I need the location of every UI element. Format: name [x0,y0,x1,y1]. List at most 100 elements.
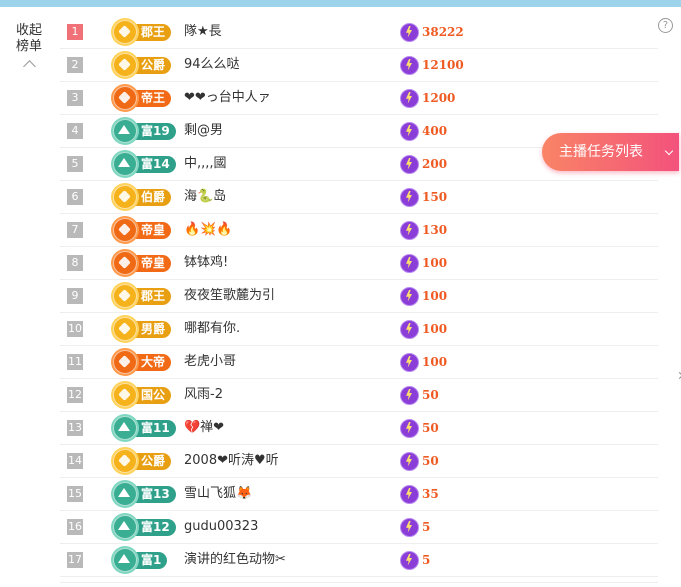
score: 100 [400,253,448,273]
level-badge: 富12 [113,515,176,539]
level-badge: 公爵 [113,449,172,473]
score-value: 38222 [422,25,464,39]
user-name[interactable]: 中,,,,國 [184,148,227,180]
user-name[interactable]: 隊★長 [184,16,222,48]
level-emblem-icon [113,20,137,44]
level-badge: 帝皇 [113,251,172,275]
score-value: 50 [422,388,439,402]
score: 50 [400,451,439,471]
table-row[interactable]: 14 公爵 2008❤听涛♥听 50 [60,445,658,478]
score-value: 50 [422,454,439,468]
level-emblem-icon [113,119,137,143]
score-value: 5 [422,553,431,567]
user-name[interactable]: 94么么哒 [184,49,240,81]
user-name[interactable]: 剩@男 [184,115,223,147]
lightning-icon [400,550,419,570]
score-value: 50 [422,421,439,435]
table-row[interactable]: 17 富1 演讲的红色动物✂ 5 [60,544,658,577]
lightning-icon [400,55,419,75]
user-name[interactable]: 💔禅❤ [184,412,224,444]
rank-number: 17 [67,552,83,568]
score-value: 5 [422,520,431,534]
rank-number: 14 [67,453,83,469]
anchor-task-list-button[interactable]: 主播任务列表 [542,133,679,171]
level-badge: 富13 [113,482,176,506]
table-row[interactable]: 3 帝王 ❤❤っ台中人ァ 1200 [60,82,658,115]
user-name[interactable]: 钵钵鸡! [184,247,228,279]
lightning-icon [400,484,419,504]
score-value: 100 [422,256,448,270]
lightning-icon [400,451,419,471]
user-name[interactable]: 🔥💥🔥 [184,214,233,246]
user-name[interactable]: 演讲的红色动物✂ [184,544,286,576]
table-row[interactable]: 12 国公 风雨-2 50 [60,379,658,412]
user-name[interactable]: 风雨-2 [184,379,223,411]
level-badge: 郡王 [113,284,172,308]
table-row[interactable]: 9 郡王 夜夜笙歌麓为引 100 [60,280,658,313]
score-value: 400 [422,124,448,138]
score: 150 [400,187,447,207]
score: 100 [400,319,448,339]
score-value: 130 [422,223,448,237]
rank-number: 9 [67,288,83,304]
lightning-icon [400,418,419,438]
table-row[interactable]: 11 大帝 老虎小哥 100 [60,346,658,379]
score: 200 [400,154,447,174]
collapse-label-line2: 榜单 [15,39,42,54]
table-row[interactable]: 6 伯爵 海🐍岛 150 [60,181,658,214]
user-name[interactable]: 哪都有你. [184,313,240,345]
lightning-icon [400,253,419,273]
score-value: 100 [422,322,448,336]
lightning-icon [400,319,419,339]
user-name[interactable]: 2008❤听涛♥听 [184,445,279,477]
table-row[interactable]: 2 公爵 94么么哒 12100 [60,49,658,82]
level-badge: 富1 [113,548,168,572]
table-row[interactable]: 13 富11 💔禅❤ 50 [60,412,658,445]
table-row[interactable]: 10 男爵 哪都有你. 100 [60,313,658,346]
top-border [0,0,681,7]
level-emblem-icon [113,218,137,242]
collapse-ranking-button[interactable]: 收起 榜单 [13,23,45,73]
level-emblem-icon [113,251,137,275]
score: 38222 [400,22,464,42]
user-name[interactable]: 海🐍岛 [184,181,226,213]
user-name[interactable]: 雪山飞狐🦊 [184,478,252,510]
level-badge: 富11 [113,416,176,440]
level-emblem-icon [113,482,137,506]
user-name[interactable]: 老虎小哥 [184,346,236,378]
lightning-icon [400,220,419,240]
rank-number: 10 [67,321,83,337]
chevron-right-icon[interactable] [675,371,681,380]
user-name[interactable]: 夜夜笙歌麓为引 [184,280,275,312]
score-value: 1200 [422,91,456,105]
lightning-icon [400,517,419,537]
rank-number: 7 [67,222,83,238]
level-badge: 大帝 [113,350,172,374]
table-row[interactable]: 8 帝皇 钵钵鸡! 100 [60,247,658,280]
score: 100 [400,286,447,306]
rank-number: 2 [67,57,83,73]
level-emblem-icon [113,284,137,308]
lightning-icon [400,88,419,108]
table-row[interactable]: 15 富13 雪山飞狐🦊 35 [60,478,658,511]
user-name[interactable]: ❤❤っ台中人ァ [184,82,271,114]
chevron-up-icon [22,60,36,73]
level-badge: 郡王 [113,20,172,44]
rank-number: 6 [67,189,83,205]
table-row[interactable]: 7 帝皇 🔥💥🔥 130 [60,214,658,247]
user-name[interactable]: gudu00323 [184,511,258,543]
table-row[interactable]: 1 郡王 隊★長 38222 [60,16,658,49]
table-row[interactable]: 16 富12 gudu00323 5 [60,511,658,544]
level-emblem-icon [113,515,137,539]
help-icon[interactable]: ? [658,18,673,33]
level-badge: 富14 [113,152,176,176]
rank-number: 1 [67,24,83,40]
level-badge: 男爵 [113,317,172,341]
lightning-icon [400,22,419,42]
level-emblem-icon [113,449,137,473]
level-emblem-icon [113,185,137,209]
score: 100 [400,352,448,372]
score-value: 100 [422,355,448,369]
score: 5 [400,550,431,570]
level-emblem-icon [113,548,137,572]
